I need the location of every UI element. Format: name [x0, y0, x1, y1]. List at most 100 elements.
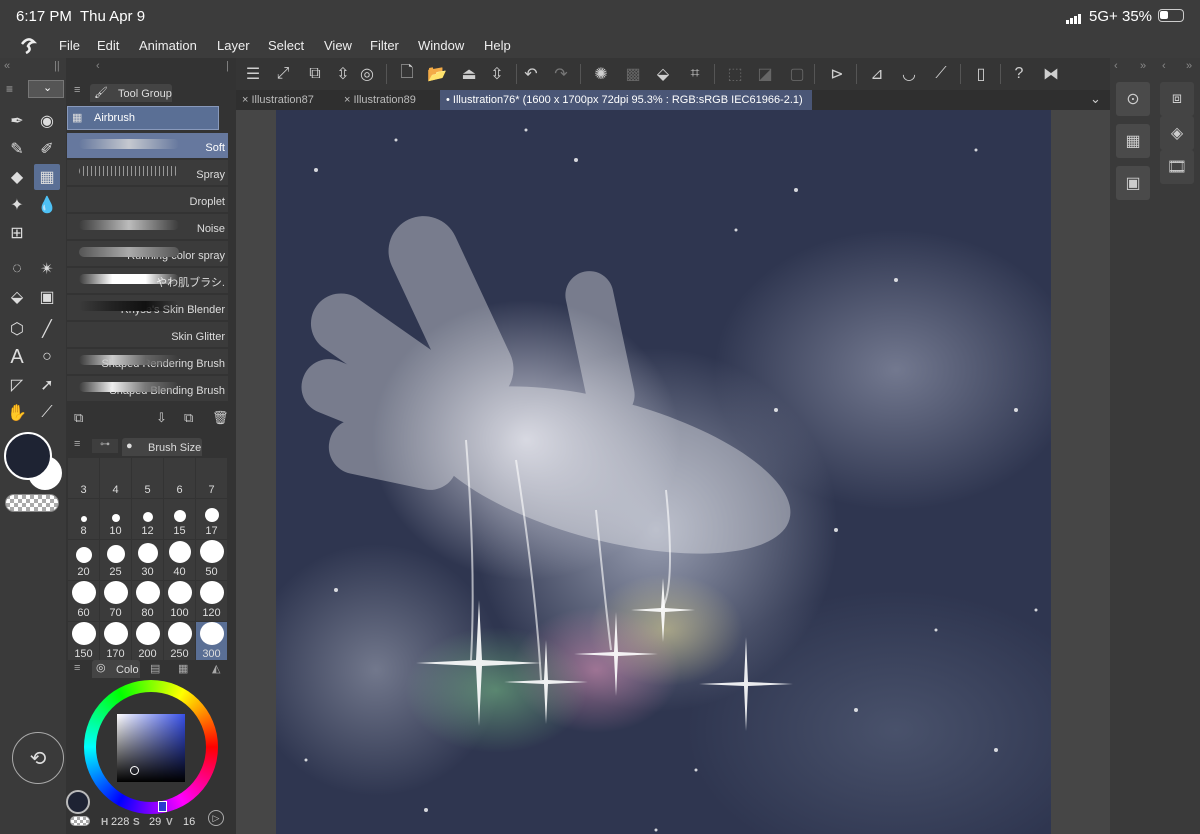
brush-size-cell[interactable]: 8	[68, 499, 99, 539]
operation-icon[interactable]: ➚	[34, 372, 60, 398]
brush-item[interactable]: やわ肌ブラシ.	[67, 268, 228, 293]
airbrush-icon[interactable]: ▦	[34, 164, 60, 190]
lasso-icon[interactable]: ◌	[4, 256, 30, 282]
mesh-icon[interactable]: ⊞	[4, 220, 30, 246]
menu-help[interactable]: Help	[484, 38, 511, 53]
menu-animation[interactable]: Animation	[139, 38, 197, 53]
flip-horizontal-icon[interactable]: ⊳	[826, 63, 848, 85]
tool-settings-icon[interactable]: ⧉	[74, 410, 83, 426]
brush-item[interactable]: Shaped Rendering Brush	[67, 349, 228, 374]
tab-tool-group[interactable]: 🖌 Tool Group	[90, 84, 172, 102]
balloon-icon[interactable]: ○	[34, 344, 60, 370]
panel-menu-icon[interactable]: ≡	[74, 662, 80, 674]
illustration-canvas[interactable]	[276, 110, 1051, 834]
brush-size-cell[interactable]: 170	[100, 622, 131, 662]
menu-select[interactable]: Select	[268, 38, 304, 53]
save-icon[interactable]: ▣	[1116, 166, 1150, 200]
menu-file[interactable]: File	[59, 38, 80, 53]
clip-studio-icon[interactable]: ◎	[356, 63, 378, 85]
brush-size-cell[interactable]: 70	[100, 581, 131, 621]
modifier-key-icon[interactable]: ⟲	[12, 732, 64, 784]
main-color-swatch[interactable]	[4, 432, 52, 480]
tab-illustration87[interactable]: × Illustration87	[236, 90, 336, 110]
animation-icon[interactable]: 🎞	[1160, 150, 1194, 184]
collapse-left-icon[interactable]: «	[4, 60, 10, 72]
brush-size-cell[interactable]: 40	[164, 540, 195, 580]
save-tray-icon[interactable]: ⏏	[458, 63, 480, 85]
collapse-right-icon[interactable]: ‹	[1162, 60, 1166, 72]
collapse-panel-icon[interactable]: ‹	[96, 60, 100, 72]
brush-bowl-icon[interactable]: ◡	[898, 63, 920, 85]
g-pen-icon[interactable]: ✐	[34, 136, 60, 162]
panel-grip-icon[interactable]: |	[226, 60, 229, 72]
brush-size-cell[interactable]: 10	[100, 499, 131, 539]
text-icon[interactable]: A	[4, 344, 30, 370]
brush-item[interactable]: Rhyse's Skin Blender	[67, 295, 228, 320]
tab-illustration76[interactable]: • Illustration76* (1600 x 1700px 72dpi 9…	[440, 90, 812, 110]
brush-size-cell[interactable]: 100	[164, 581, 195, 621]
transparent-color-swatch[interactable]	[5, 494, 59, 512]
expand-icon[interactable]: »	[1140, 60, 1146, 72]
tabs-dropdown-icon[interactable]: ⌄	[1090, 91, 1101, 107]
open-folder-icon[interactable]: 📂	[426, 63, 448, 85]
show-selection-icon[interactable]: ▢	[786, 63, 808, 85]
brush-size-cell[interactable]: 3	[68, 458, 99, 498]
gradient-icon[interactable]: ▣	[34, 284, 60, 310]
brush-size-cell[interactable]: 30	[132, 540, 163, 580]
line-icon[interactable]: ╱	[34, 316, 60, 342]
color-slider-tab-icon[interactable]: ▤	[150, 662, 160, 675]
layer-property-icon[interactable]: ⧈	[1160, 82, 1194, 116]
brush-item[interactable]: Running color spray	[67, 241, 228, 266]
pencil-icon[interactable]: ✎	[4, 136, 30, 162]
brush-size-cell[interactable]: 60	[68, 581, 99, 621]
undo-icon[interactable]: ↶	[520, 63, 542, 85]
sv-picker-handle[interactable]	[130, 766, 139, 775]
frame-icon[interactable]: ◸	[4, 372, 30, 398]
brush-item[interactable]: Skin Glitter	[67, 322, 228, 347]
panel-grip-icon[interactable]: ||	[54, 60, 60, 72]
menu-view[interactable]: View	[324, 38, 352, 53]
fill-bucket-icon[interactable]: ⬙	[4, 284, 30, 310]
brush-size-cell[interactable]: 200	[132, 622, 163, 662]
blend-drop-icon[interactable]: 💧	[34, 192, 60, 218]
panel-menu-icon[interactable]: ≡	[74, 84, 80, 96]
crop-icon[interactable]: ⌗	[684, 63, 706, 85]
hue-picker-handle[interactable]	[158, 801, 167, 812]
mirror-icon[interactable]: ⧓	[1040, 63, 1062, 85]
panel-menu-icon[interactable]: ≡	[74, 438, 80, 450]
brush-size-cell[interactable]: 20	[68, 540, 99, 580]
invert-selection-icon[interactable]: ◪	[754, 63, 776, 85]
brush-size-cell[interactable]: 7	[196, 458, 227, 498]
3d-object-icon[interactable]: ⬡	[4, 316, 30, 342]
brush-item[interactable]: Soft	[67, 133, 228, 158]
collapse-icon[interactable]: ‹	[1114, 60, 1118, 72]
brush-size-cell[interactable]: 5	[132, 458, 163, 498]
airbrush-group-header[interactable]: ▦ Airbrush	[67, 106, 219, 130]
fill-icon[interactable]: ⬙	[652, 63, 674, 85]
play-icon[interactable]: ▷	[208, 810, 224, 826]
brush-item[interactable]: Shaped Blending Brush	[67, 376, 228, 401]
navigator-icon[interactable]: ⊙	[1116, 82, 1150, 116]
transparent-swatch-small[interactable]	[70, 816, 90, 826]
ruler-icon[interactable]: ⊿	[866, 63, 888, 85]
brush-item[interactable]: Spray	[67, 160, 228, 185]
resize-canvas-icon[interactable]: ⤢	[272, 63, 294, 85]
arrange-icon[interactable]: ⇳	[332, 63, 354, 85]
tab-color-wheel[interactable]: ◎ Colo	[92, 660, 140, 678]
transform-icon[interactable]: ⧉	[304, 63, 326, 85]
brush-size-cell[interactable]: 15	[164, 499, 195, 539]
import-icon[interactable]: ⇩	[156, 410, 167, 426]
brush-size-cell[interactable]: 12	[132, 499, 163, 539]
menu-filter[interactable]: Filter	[370, 38, 399, 53]
layer-icon[interactable]: ◈	[1160, 116, 1194, 150]
pen-line-icon[interactable]: ⟋	[930, 63, 952, 85]
tab-tool-property[interactable]: ⊶	[92, 439, 118, 453]
device-icon[interactable]: ▯	[970, 63, 992, 85]
color-set-tab-icon[interactable]: ▦	[178, 662, 188, 675]
clear-icon[interactable]: ▩	[622, 63, 644, 85]
brush-size-cell[interactable]: 17	[196, 499, 227, 539]
material-icon[interactable]: ▦	[1116, 124, 1150, 158]
brush-item[interactable]: Droplet	[67, 187, 228, 212]
auto-select-icon[interactable]: ✴	[34, 256, 60, 282]
menu-window[interactable]: Window	[418, 38, 464, 53]
